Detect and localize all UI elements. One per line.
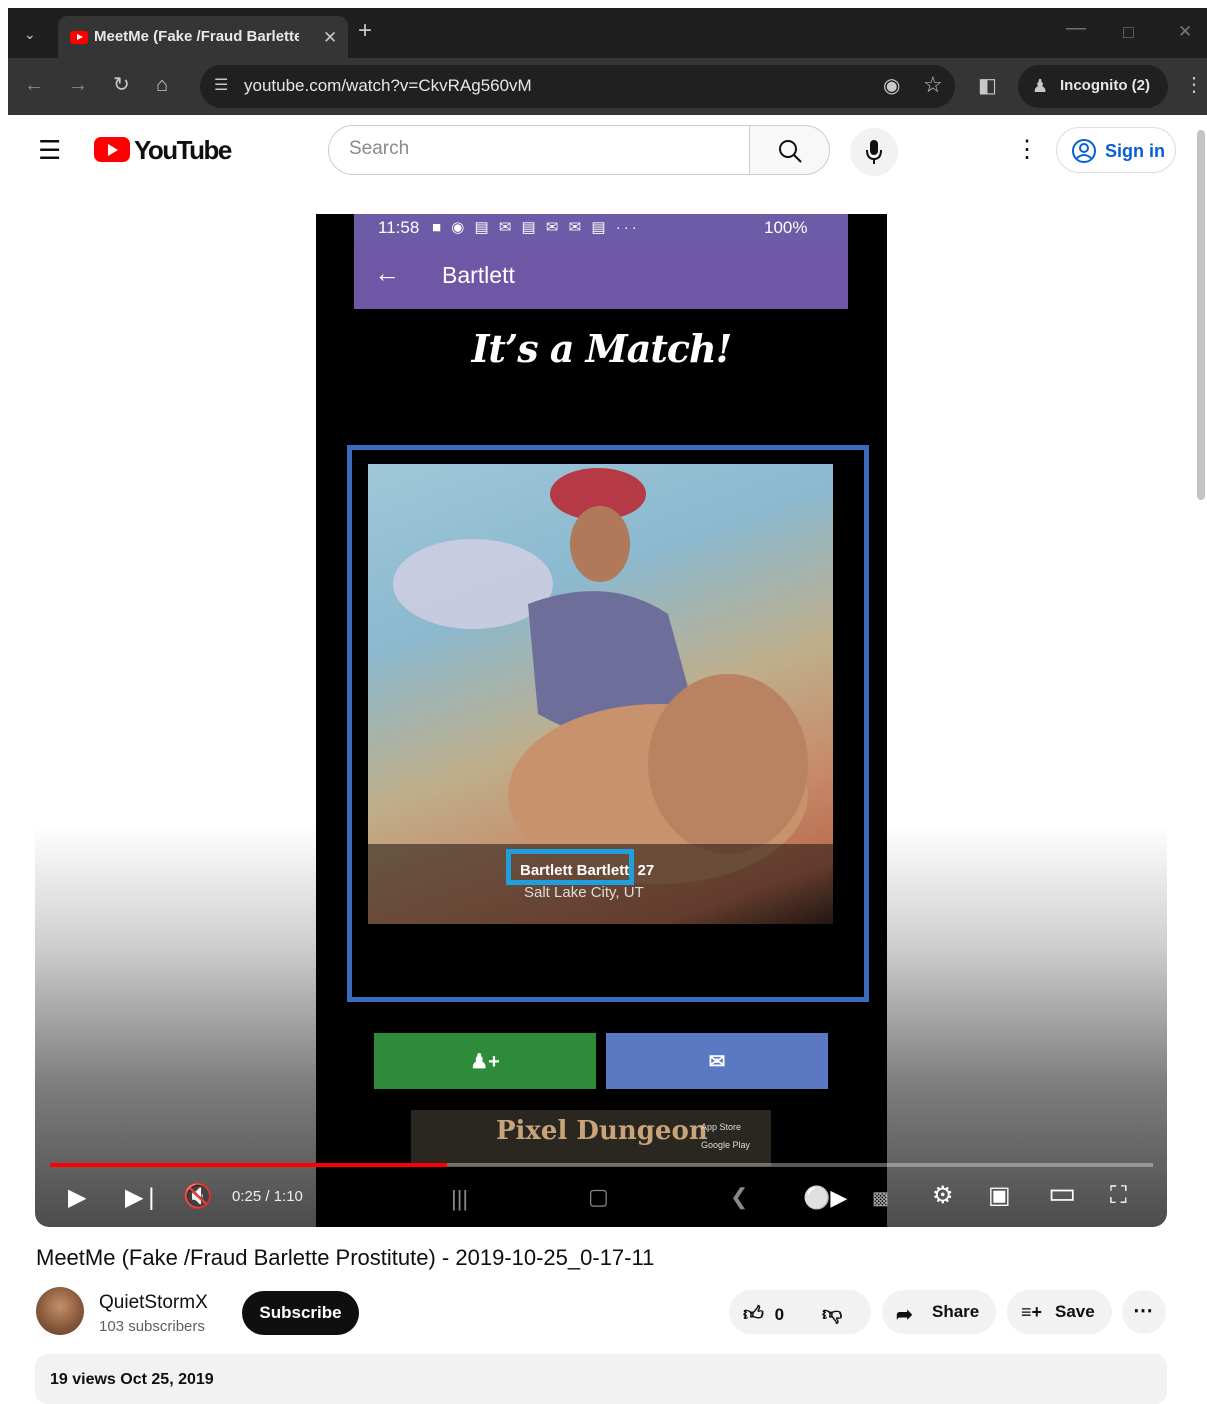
play-icon[interactable]: ▶ bbox=[68, 1186, 86, 1210]
share-label: Share bbox=[932, 1302, 980, 1321]
battery-level: 100% bbox=[764, 218, 808, 237]
views-and-date: 19 views Oct 25, 2019 bbox=[50, 1371, 214, 1388]
google-play-badge: Google Play bbox=[701, 1140, 751, 1150]
site-info-icon[interactable]: ☰ bbox=[214, 76, 228, 96]
status-time: 11:58 bbox=[378, 218, 420, 237]
youtube-favicon-icon bbox=[70, 31, 88, 44]
settings-gear-icon[interactable]: ⚙ bbox=[932, 1184, 954, 1208]
reload-icon[interactable]: ↻ bbox=[113, 75, 130, 95]
app-bar: ← Bartlett bbox=[354, 242, 848, 309]
notification-icons: ■ ◉ ▤ ✉ ▤ ✉ ✉ ▤ ··· bbox=[432, 219, 640, 236]
hamburger-menu-icon[interactable]: ☰ bbox=[38, 135, 61, 166]
account-circle-icon bbox=[1072, 139, 1096, 163]
app-bar-title: Bartlett bbox=[442, 262, 515, 288]
subscriber-count: 103 subscribers bbox=[99, 1318, 205, 1335]
incognito-button[interactable]: ♟ Incognito (2) bbox=[1018, 65, 1168, 108]
forward-icon[interactable]: → bbox=[68, 75, 88, 95]
profile-location: Salt Lake City, UT bbox=[524, 884, 644, 901]
muted-volume-icon[interactable]: 🔇 bbox=[183, 1185, 213, 1209]
like-button[interactable]: 👍︎ 0 bbox=[743, 1302, 784, 1326]
sign-in-label: Sign in bbox=[1105, 141, 1165, 161]
android-recents-icon: ||| bbox=[451, 1186, 469, 1211]
search-button[interactable] bbox=[750, 125, 830, 175]
settings-more-icon[interactable]: ⋮ bbox=[1015, 135, 1039, 164]
profile-name: Bartlett Bartlett bbox=[520, 862, 630, 879]
search-input[interactable] bbox=[349, 138, 729, 160]
description-box[interactable]: 19 views Oct 25, 2019 bbox=[35, 1354, 1167, 1404]
theater-mode-icon[interactable]: ▭ bbox=[1048, 1179, 1076, 1209]
home-icon[interactable]: ⌂ bbox=[156, 75, 168, 95]
address-bar[interactable]: ☰ youtube.com/watch?v=CkvRAg560vM ◉ ☆ bbox=[200, 65, 955, 108]
youtube-header: ☰ YouTube ⋮ Sign in bbox=[0, 115, 1195, 185]
bookmark-star-icon[interactable]: ☆ bbox=[923, 74, 943, 96]
time-display: 0:25 / 1:10 bbox=[232, 1188, 303, 1205]
match-heading: It’s a Match! bbox=[471, 326, 733, 371]
browser-menu-icon[interactable]: ⋮ bbox=[1184, 75, 1204, 95]
progress-played bbox=[50, 1163, 447, 1167]
youtube-logo-icon[interactable] bbox=[94, 137, 130, 162]
tracking-eye-icon[interactable]: ◉ bbox=[883, 76, 900, 96]
microphone-icon bbox=[866, 140, 882, 164]
video-title: MeetMe (Fake /Fraud Barlette Prostitute)… bbox=[36, 1245, 655, 1270]
sign-in-button[interactable]: Sign in bbox=[1056, 127, 1176, 173]
new-tab-button[interactable]: + bbox=[358, 19, 372, 43]
share-arrow-icon: ➦ bbox=[896, 1304, 913, 1326]
close-window-icon[interactable]: ✕ bbox=[1178, 22, 1192, 42]
page-scrollbar[interactable] bbox=[1197, 130, 1205, 500]
share-button[interactable]: ➦ Share bbox=[882, 1290, 996, 1334]
add-to-playlist-icon: ≡+ bbox=[1021, 1302, 1043, 1322]
store-badges: App Store Google Play bbox=[701, 1118, 767, 1158]
channel-avatar[interactable] bbox=[36, 1287, 84, 1335]
profile-name-age: Bartlett Bartlett 27 bbox=[520, 862, 654, 879]
captions-icon[interactable]: ▩ bbox=[872, 1186, 889, 1210]
tab-title: MeetMe (Fake /Fraud Barlette bbox=[94, 28, 299, 45]
save-label: Save bbox=[1055, 1302, 1095, 1321]
phone-screen-recording: 11:58 ■ ◉ ▤ ✉ ▤ ✉ ✉ ▤ ··· 100% ← Bartlet… bbox=[316, 214, 887, 1227]
like-dislike-group: 👍︎ 0 👎︎ bbox=[729, 1290, 871, 1334]
incognito-icon: ♟ bbox=[1032, 76, 1049, 96]
like-count: 0 bbox=[774, 1305, 785, 1324]
more-actions-button[interactable]: ⋯ bbox=[1122, 1290, 1166, 1334]
browser-tab-bar: ⌄ MeetMe (Fake /Fraud Barlette ✕ + — □ ✕ bbox=[8, 8, 1207, 58]
browser-toolbar: ← → ↻ ⌂ ☰ youtube.com/watch?v=CkvRAg560v… bbox=[8, 58, 1207, 115]
thumbs-up-icon: 👍︎ bbox=[743, 1303, 764, 1325]
maximize-icon[interactable]: □ bbox=[1123, 22, 1134, 42]
chat-button: ✉ bbox=[606, 1033, 828, 1089]
youtube-logo-text[interactable]: YouTube bbox=[134, 135, 232, 166]
chat-bubble-icon: ✉ bbox=[708, 1051, 726, 1073]
thumbs-down-icon: 👎︎ bbox=[822, 1303, 843, 1325]
ad-title: Pixel Dungeon bbox=[496, 1116, 708, 1146]
next-icon[interactable]: ▶ | bbox=[125, 1186, 155, 1210]
video-player[interactable]: 11:58 ■ ◉ ▤ ✉ ▤ ✉ ✉ ▤ ··· 100% ← Bartlet… bbox=[35, 185, 1167, 1227]
ad-banner: Pixel Dungeon App Store Google Play bbox=[411, 1110, 771, 1166]
voice-search-button[interactable] bbox=[850, 128, 898, 176]
add-friend-button: ♟+ bbox=[374, 1033, 596, 1089]
back-icon[interactable]: ← bbox=[24, 75, 44, 95]
search-icon bbox=[779, 140, 802, 163]
dislike-button[interactable]: 👎︎ bbox=[822, 1302, 842, 1326]
subscribe-button[interactable]: Subscribe bbox=[242, 1291, 359, 1335]
add-person-icon: ♟+ bbox=[470, 1051, 500, 1073]
app-store-badge: App Store bbox=[701, 1122, 742, 1132]
save-button[interactable]: ≡+ Save bbox=[1007, 1290, 1112, 1334]
tab-search-chevron-icon[interactable]: ⌄ bbox=[24, 24, 36, 44]
search-box bbox=[328, 125, 750, 175]
incognito-label: Incognito (2) bbox=[1060, 77, 1150, 94]
minimize-icon[interactable]: — bbox=[1066, 18, 1086, 38]
profile-age: 27 bbox=[637, 862, 655, 879]
url-text: youtube.com/watch?v=CkvRAg560vM bbox=[244, 76, 532, 95]
channel-name[interactable]: QuietStormX bbox=[99, 1292, 208, 1314]
autoplay-toggle-icon[interactable]: ⚪▶ bbox=[803, 1186, 847, 1210]
back-arrow-icon: ← bbox=[374, 258, 400, 288]
miniplayer-icon[interactable]: ▣ bbox=[988, 1184, 1011, 1208]
fullscreen-icon[interactable]: ⛶ bbox=[1110, 1184, 1127, 1208]
android-back-icon: ❮ bbox=[730, 1184, 749, 1209]
browser-tab[interactable]: MeetMe (Fake /Fraud Barlette ✕ bbox=[58, 16, 348, 58]
more-horizontal-icon: ⋯ bbox=[1133, 1300, 1153, 1322]
close-tab-icon[interactable]: ✕ bbox=[323, 28, 337, 48]
android-home-icon: ▢ bbox=[588, 1184, 609, 1209]
phone-status-bar: 11:58 ■ ◉ ▤ ✉ ▤ ✉ ✉ ▤ ··· 100% bbox=[354, 214, 848, 242]
highlight-frame: Bartlett Bartlett 27 Salt Lake City, UT bbox=[347, 445, 869, 1002]
side-panel-icon[interactable]: ◧ bbox=[978, 76, 997, 96]
